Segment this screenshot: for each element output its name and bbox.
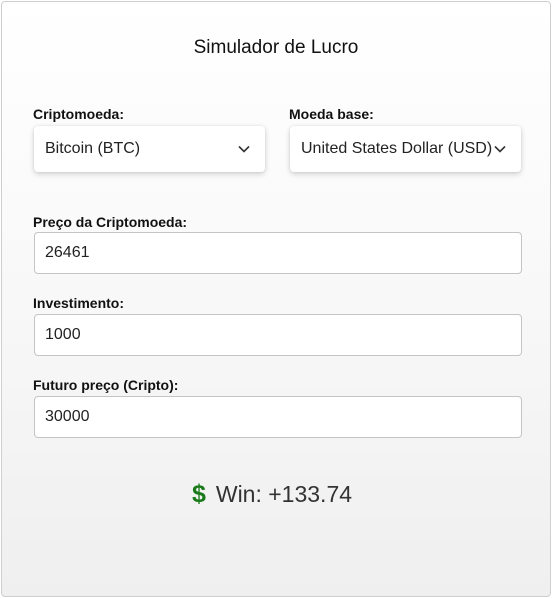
profit-simulator-card: Simulador de Lucro Criptomoeda: Bitcoin … (1, 1, 551, 597)
crypto-price-input[interactable] (34, 232, 522, 274)
base-currency-select[interactable]: United States Dollar (USD) (290, 126, 521, 172)
base-currency-selected-value: United States Dollar (USD) (301, 140, 493, 157)
investment-input[interactable] (34, 314, 522, 356)
dollar-icon: $ (191, 480, 206, 508)
chevron-down-icon (237, 142, 251, 156)
base-currency-label: Moeda base: (289, 106, 374, 122)
crypto-select[interactable]: Bitcoin (BTC) (34, 126, 265, 172)
crypto-price-label: Preço da Criptomoeda: (33, 214, 188, 230)
result-text: Win: +133.74 (215, 481, 353, 507)
chevron-down-icon (493, 142, 507, 156)
investment-label: Investimento: (33, 295, 125, 311)
page-title: Simulador de Lucro (193, 37, 359, 58)
future-price-input[interactable] (34, 396, 522, 438)
crypto-label: Criptomoeda: (33, 106, 124, 122)
crypto-selected-value: Bitcoin (BTC) (45, 140, 141, 157)
future-price-label: Futuro preço (Cripto): (33, 377, 179, 393)
result-display: $ Win: +133.74 (2, 480, 550, 509)
